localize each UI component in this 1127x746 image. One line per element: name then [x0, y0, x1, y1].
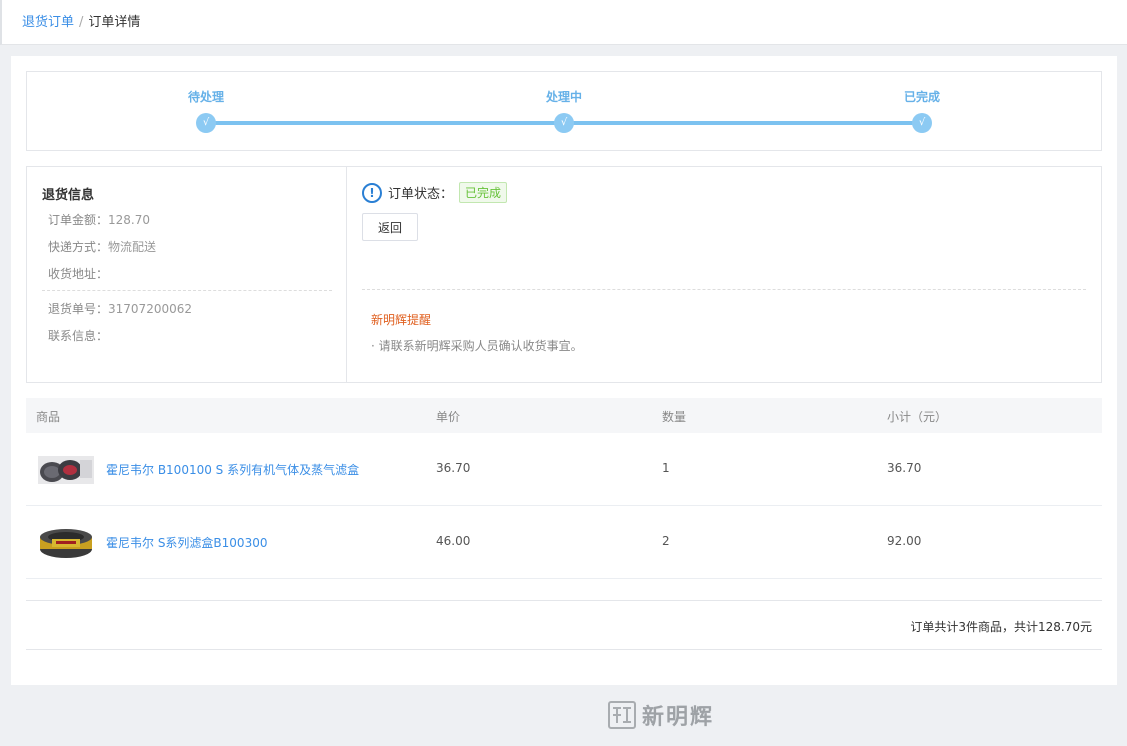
order-amount-row: 订单金额：128.70	[48, 211, 150, 228]
divider	[362, 289, 1086, 290]
contact-label: 联系信息：	[48, 329, 109, 343]
exclamation-icon: !	[362, 182, 382, 203]
check-icon: √	[912, 113, 932, 133]
address-label: 收货地址：	[48, 267, 109, 281]
address-row: 收货地址：	[48, 265, 108, 282]
return-info-title: 退货信息	[42, 188, 95, 203]
product-subtotal: 36.70	[887, 461, 922, 475]
shipping-value: 物流配送	[108, 240, 157, 254]
products-table: 商品 单价 数量 小计（元） 霍尼韦尔 B100100 S 系列有机气体及蒸气滤…	[26, 398, 1102, 579]
table-header: 商品 单价 数量 小计（元）	[26, 398, 1102, 433]
back-button[interactable]: 返回	[362, 213, 418, 241]
tip-title: 新明辉提醒	[371, 313, 432, 327]
brand-logo-icon	[608, 701, 636, 729]
step-label: 已完成	[903, 90, 940, 104]
tip-text: · 请联系新明辉采购人员确认收货事宜。	[371, 339, 583, 353]
check-icon: √	[554, 113, 574, 133]
product-image-filter-canister[interactable]	[38, 525, 94, 561]
shipping-label: 快递方式：	[48, 240, 109, 254]
step-completed: 已完成 √	[882, 88, 962, 133]
step-label: 待处理	[187, 90, 224, 104]
order-amount-label: 订单金额：	[48, 213, 109, 227]
check-icon: √	[196, 113, 216, 133]
step-pending: 待处理 √	[166, 88, 246, 133]
footer-logo: 新明辉	[608, 699, 714, 731]
header-product: 商品	[36, 410, 61, 424]
breadcrumb-return-orders-link[interactable]: 退货订单	[22, 15, 74, 30]
summary-text: 订单共计3件商品，共计128.70元	[910, 620, 1092, 634]
breadcrumb: 退货订单 / 订单详情	[22, 11, 140, 30]
return-no-row: 退货单号：31707200062	[48, 300, 192, 317]
product-price: 36.70	[436, 461, 471, 475]
product-price: 46.00	[436, 534, 471, 548]
header-qty: 数量	[662, 410, 687, 424]
header-price: 单价	[436, 410, 461, 424]
return-info: 退货信息 订单金额：128.70 快递方式：物流配送 收货地址： 退货单号：31…	[27, 167, 347, 382]
shipping-row: 快递方式：物流配送	[48, 238, 156, 255]
order-detail-card: 待处理 √ 处理中 √ 已完成 √ 退货信息 订单金额：128.70 快递方式：…	[11, 56, 1117, 685]
product-qty: 2	[662, 534, 670, 548]
step-processing: 处理中 √	[524, 88, 604, 133]
contact-row: 联系信息：	[48, 327, 108, 344]
breadcrumb-separator: /	[79, 15, 84, 30]
product-subtotal: 92.00	[887, 534, 922, 548]
breadcrumb-current: 订单详情	[88, 15, 141, 30]
return-no-label: 退货单号：	[48, 302, 109, 316]
step-label: 处理中	[545, 90, 582, 104]
product-link[interactable]: 霍尼韦尔 S系列滤盒B100300	[106, 534, 267, 551]
header-subtotal: 小计（元）	[887, 410, 948, 424]
table-row: 霍尼韦尔 S系列滤盒B100300 46.00 2 92.00	[26, 506, 1102, 579]
table-row: 霍尼韦尔 B100100 S 系列有机气体及蒸气滤盒 36.70 1 36.70	[26, 433, 1102, 506]
info-panel: 退货信息 订单金额：128.70 快递方式：物流配送 收货地址： 退货单号：31…	[26, 166, 1102, 383]
top-bar: 退货订单 / 订单详情	[0, 0, 1127, 45]
divider	[42, 290, 332, 291]
order-amount-value: 128.70	[108, 213, 151, 227]
brand-logo-text: 新明辉	[642, 704, 715, 730]
return-no-value: 31707200062	[108, 302, 192, 316]
status-row: ! 订单状态： 已完成	[362, 182, 508, 203]
status-label: 订单状态：	[388, 187, 454, 202]
order-summary: 订单共计3件商品，共计128.70元	[26, 600, 1102, 650]
product-image-filter-cartridges[interactable]	[38, 452, 94, 488]
product-qty: 1	[662, 461, 670, 475]
progress-steps: 待处理 √ 处理中 √ 已完成 √	[26, 71, 1102, 151]
order-status: ! 订单状态： 已完成 返回 新明辉提醒 · 请联系新明辉采购人员确认收货事宜。	[347, 167, 1101, 382]
status-badge: 已完成	[459, 182, 508, 203]
product-link[interactable]: 霍尼韦尔 B100100 S 系列有机气体及蒸气滤盒	[106, 461, 359, 478]
